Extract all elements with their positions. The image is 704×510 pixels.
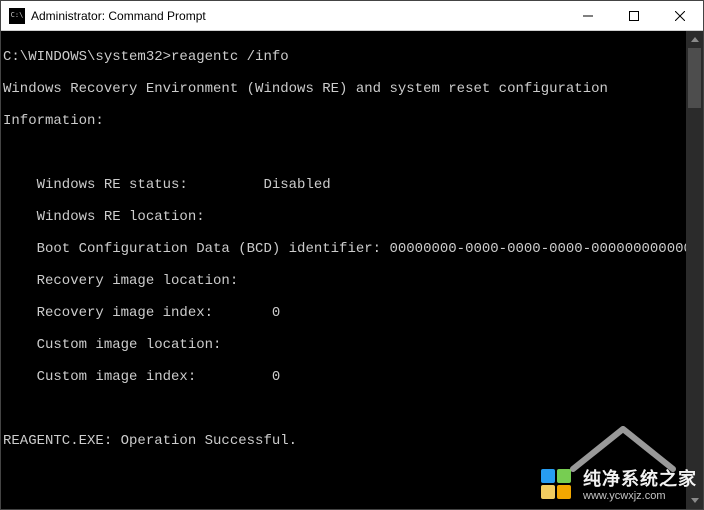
command-text: reagentc /info xyxy=(171,49,289,65)
chevron-up-icon xyxy=(691,37,699,42)
terminal-line xyxy=(3,497,686,509)
terminal-line: Windows RE status: Disabled xyxy=(3,177,686,193)
window-title: Administrator: Command Prompt xyxy=(31,9,565,23)
scroll-thumb[interactable] xyxy=(688,48,701,108)
terminal-line: C:\WINDOWS\system32>reagentc /info xyxy=(3,49,686,65)
maximize-icon xyxy=(629,11,639,21)
terminal-line xyxy=(3,465,686,481)
titlebar[interactable]: C:\ Administrator: Command Prompt xyxy=(1,1,703,31)
terminal[interactable]: C:\WINDOWS\system32>reagentc /info Windo… xyxy=(1,31,686,509)
close-icon xyxy=(675,11,685,21)
terminal-line: Custom image index: 0 xyxy=(3,369,686,385)
terminal-line: Boot Configuration Data (BCD) identifier… xyxy=(3,241,686,257)
terminal-line xyxy=(3,145,686,161)
chevron-down-icon xyxy=(691,498,699,503)
close-button[interactable] xyxy=(657,1,703,30)
maximize-button[interactable] xyxy=(611,1,657,30)
minimize-button[interactable] xyxy=(565,1,611,30)
scroll-up-button[interactable] xyxy=(686,31,703,48)
vertical-scrollbar[interactable] xyxy=(686,31,703,509)
command-prompt-window: C:\ Administrator: Command Prompt C:\WIN… xyxy=(0,0,704,510)
terminal-line: Windows Recovery Environment (Windows RE… xyxy=(3,81,686,97)
terminal-line: Recovery image location: xyxy=(3,273,686,289)
scroll-down-button[interactable] xyxy=(686,492,703,509)
minimize-icon xyxy=(583,11,593,21)
window-controls xyxy=(565,1,703,30)
prompt-path: C:\WINDOWS\system32> xyxy=(3,49,171,65)
terminal-line: Custom image location: xyxy=(3,337,686,353)
terminal-wrap: C:\WINDOWS\system32>reagentc /info Windo… xyxy=(1,31,703,509)
terminal-line: Windows RE location: xyxy=(3,209,686,225)
terminal-line: Information: xyxy=(3,113,686,129)
terminal-line xyxy=(3,401,686,417)
terminal-line: Recovery image index: 0 xyxy=(3,305,686,321)
terminal-line: REAGENTC.EXE: Operation Successful. xyxy=(3,433,686,449)
cmd-icon: C:\ xyxy=(9,8,25,24)
